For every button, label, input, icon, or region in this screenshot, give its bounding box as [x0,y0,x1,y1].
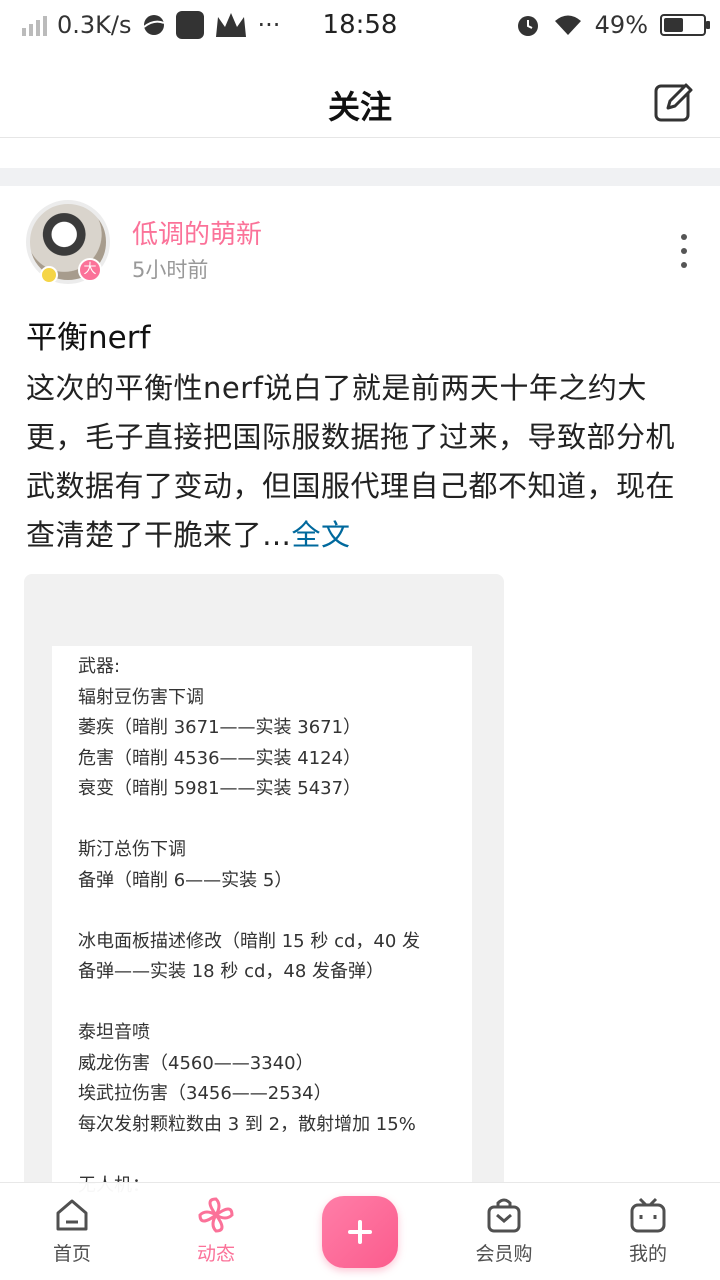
nav-mine[interactable]: 我的 [598,1195,698,1266]
username[interactable]: 低调的萌新 [132,214,262,251]
image-text-line: 泰坦音喷 [78,1022,150,1043]
nav-home-label: 首页 [52,1243,91,1265]
image-text-line [78,988,472,1019]
image-text-line: 备弹（暗削 6——实装 5） [78,869,293,891]
tv-icon [630,1197,666,1233]
image-text-line: 埃武拉伤害（3456——2534） [78,1083,332,1104]
image-text-line [78,805,472,836]
nav-vip-shop-label: 会员购 [475,1243,533,1265]
image-text-line: 冰电面板描述修改（暗削 15 秒 cd，40 发 [78,930,421,952]
shopping-bag-icon [487,1198,521,1233]
image-text-line [78,1140,472,1171]
net-speed: 0.3K/s [57,11,132,39]
nav-dynamic-label: 动态 [196,1243,235,1265]
home-icon [56,1199,88,1231]
crown-icon [215,13,246,37]
nav-vip-shop[interactable]: 会员购 [454,1195,554,1266]
image-text-line: 辐射豆伤害下调 [78,686,204,708]
post-body[interactable]: 这次的平衡性nerf说白了就是前两天十年之约大更，毛子直接把国际服数据拖了过来，… [26,364,696,560]
section-divider [0,168,720,186]
image-document: 武器: 辐射豆伤害下调萎疾（暗削 3671——实装 3671） 危害（暗削 4536… [52,646,472,1194]
post-time: 5小时前 [132,258,209,282]
image-text-line: 威龙伤害（4560——3340） [78,1052,314,1074]
full-text-link[interactable]: 全文 [292,518,351,552]
top-header: 关注 [0,66,720,138]
pinwheel-icon [198,1197,234,1233]
alarm-icon [517,16,538,36]
image-text-line: 危害（暗削 4536——实装 4124） [78,747,362,769]
edit-icon[interactable] [654,82,694,122]
nav-dynamic[interactable]: 动态 [166,1195,266,1266]
signal-icon [22,14,47,36]
coin-badge-icon [40,266,58,284]
post-title: 平衡nerf [26,320,151,356]
more-options-icon[interactable] [678,234,690,268]
image-text-line: 每次发射颗粒数由 3 到 2，散射增加 15% [78,1113,416,1135]
page-title: 关注 [327,88,392,126]
image-text-line [78,896,472,927]
battery-percent: 49% [594,11,648,39]
image-text-line: 备弹——实装 18 秒 cd，48 发备弹） [78,961,385,982]
nav-home[interactable]: 首页 [22,1195,122,1266]
app-notification-icon [175,11,204,39]
image-text-line: 斯汀总伤下调 [78,839,186,860]
image-text-line: 萎疾（暗削 3671——实装 3671） [78,717,362,738]
battery-icon [660,14,710,36]
create-post-button[interactable] [322,1196,398,1268]
image-text-line: 武器: [78,656,121,677]
level-badge: 大 [78,258,102,282]
more-notifications: ··· [257,11,281,39]
wifi-icon [554,15,581,35]
nav-mine-label: 我的 [628,1243,667,1265]
post-image[interactable]: 武器: 辐射豆伤害下调萎疾（暗削 3671——实装 3671） 危害（暗削 4536… [24,574,504,1194]
planet-icon [142,15,164,35]
status-bar: 0.3K/s ··· 18:58 49% [0,0,720,50]
image-text-line: 衰变（暗削 5981——实装 5437） [78,778,362,799]
